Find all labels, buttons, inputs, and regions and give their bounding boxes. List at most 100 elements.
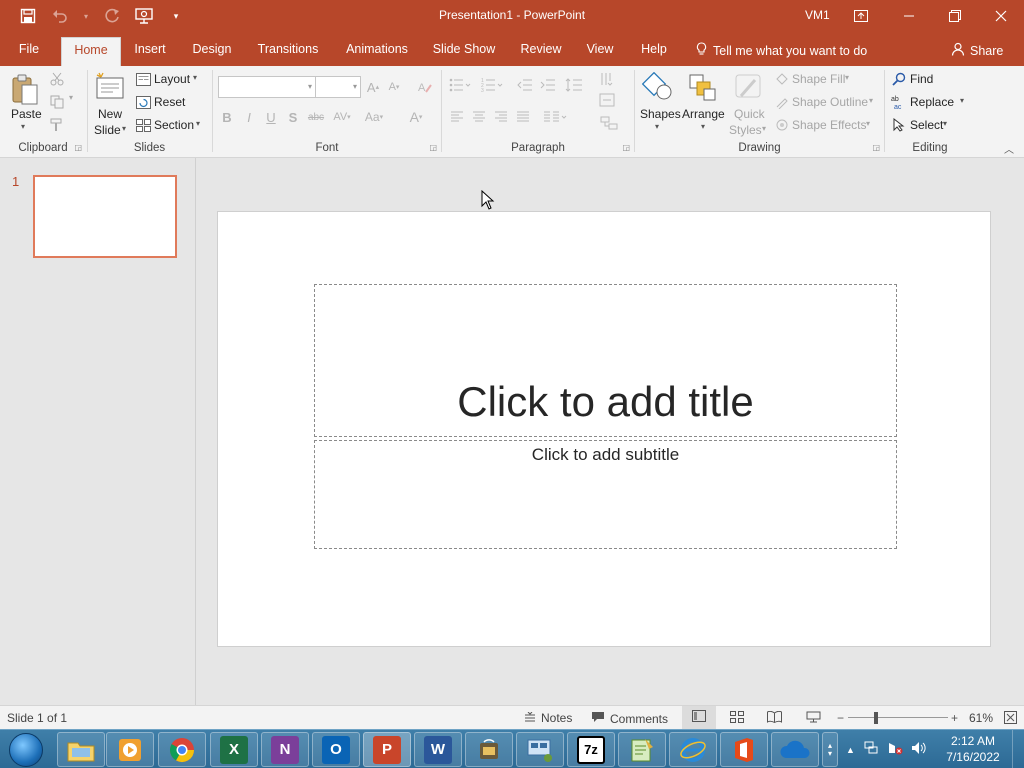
media-player-taskbar-icon[interactable] <box>106 732 154 767</box>
save-icon[interactable] <box>18 6 38 26</box>
start-button[interactable] <box>2 731 50 768</box>
arrange-icon[interactable] <box>685 71 719 103</box>
shapes-dropdown-icon[interactable]: ▾ <box>655 122 659 131</box>
zoom-slider-track[interactable] <box>848 717 948 718</box>
new-slide-label-2[interactable]: Slide <box>94 123 121 137</box>
reset-icon[interactable] <box>135 95 151 109</box>
clipboard-launcher-icon[interactable]: ◲ <box>74 143 82 152</box>
network-app-taskbar-icon[interactable] <box>465 732 513 767</box>
replace-dropdown-icon[interactable]: ▾ <box>960 96 964 105</box>
normal-view-button[interactable] <box>682 706 716 729</box>
tab-file[interactable]: File <box>10 37 48 66</box>
7zip-taskbar-icon[interactable]: 7z <box>567 732 615 767</box>
section-label[interactable]: Section <box>154 118 194 132</box>
layout-icon[interactable] <box>135 72 151 86</box>
paste-label[interactable]: Paste <box>11 107 42 121</box>
zoom-out-button[interactable]: − <box>837 711 844 725</box>
volume-icon[interactable] <box>911 741 927 758</box>
customize-qat-icon[interactable]: ▾ <box>166 6 186 26</box>
internet-explorer-taskbar-icon[interactable] <box>669 732 717 767</box>
show-hidden-icons-icon[interactable]: ▲ <box>846 745 855 755</box>
tab-transitions[interactable]: Transitions <box>252 37 324 66</box>
layout-dropdown-icon[interactable]: ▾ <box>193 73 197 82</box>
select-label[interactable]: Select <box>910 118 943 132</box>
font-name-combobox[interactable]: ▾ <box>218 76 316 98</box>
slide-thumbnail[interactable] <box>33 175 177 258</box>
zoom-in-button[interactable]: + <box>951 711 958 725</box>
arrange-label[interactable]: Arrange <box>682 107 725 121</box>
tab-view[interactable]: View <box>582 37 618 66</box>
office-taskbar-icon[interactable] <box>720 732 768 767</box>
find-label[interactable]: Find <box>910 72 933 86</box>
new-slide-icon[interactable] <box>94 71 126 101</box>
reset-label[interactable]: Reset <box>154 95 185 109</box>
replace-label[interactable]: Replace <box>910 95 954 109</box>
notepad-plus-taskbar-icon[interactable] <box>618 732 666 767</box>
tab-animations[interactable]: Animations <box>338 37 416 66</box>
network-icon[interactable] <box>863 741 879 758</box>
tab-review[interactable]: Review <box>514 37 568 66</box>
tab-slide-show[interactable]: Slide Show <box>429 37 499 66</box>
remote-desktop-taskbar-icon[interactable] <box>516 732 564 767</box>
shapes-label[interactable]: Shapes <box>640 107 681 121</box>
undo-icon[interactable] <box>50 6 70 26</box>
tab-home[interactable]: Home <box>61 37 121 66</box>
ribbon-display-options-icon[interactable] <box>838 0 884 32</box>
title-placeholder[interactable]: Click to add title <box>314 284 897 437</box>
tab-design[interactable]: Design <box>186 37 238 66</box>
powerpoint-taskbar-icon[interactable]: P <box>363 732 411 767</box>
fit-to-window-button[interactable] <box>1004 711 1017 727</box>
font-size-combobox[interactable]: ▾ <box>315 76 361 98</box>
outlook-taskbar-icon[interactable]: O <box>312 732 360 767</box>
reading-view-button[interactable] <box>767 710 782 726</box>
subtitle-placeholder[interactable]: Click to add subtitle <box>314 440 897 549</box>
new-slide-dropdown-icon[interactable]: ▾ <box>122 124 126 133</box>
slide-canvas[interactable]: Click to add title Click to add subtitle <box>217 211 991 647</box>
share-button[interactable]: Share <box>951 42 1003 59</box>
restore-icon[interactable] <box>932 0 978 32</box>
show-desktop-button[interactable] <box>1012 730 1024 768</box>
word-taskbar-icon[interactable]: W <box>414 732 462 767</box>
find-icon[interactable] <box>891 71 907 87</box>
tab-help[interactable]: Help <box>636 37 672 66</box>
taskbar-scroll-button[interactable]: ▴ ▾ <box>822 732 838 767</box>
windows-taskbar: X N O P W 7z ▴ ▾ ▲ 2:12 AM 7/16/2022 <box>0 729 1024 768</box>
section-dropdown-icon[interactable]: ▾ <box>196 119 200 128</box>
replace-icon[interactable]: ab ac <box>891 94 907 110</box>
chrome-taskbar-icon[interactable] <box>158 732 206 767</box>
tell-me-search[interactable]: Tell me what you want to do <box>696 42 867 59</box>
collapse-ribbon-icon[interactable]: ︿ <box>1002 142 1016 156</box>
paragraph-launcher-icon[interactable]: ◲ <box>622 143 630 152</box>
comments-button[interactable]: Comments <box>591 711 668 726</box>
paste-dropdown-icon[interactable]: ▾ <box>21 122 25 131</box>
notes-button[interactable]: Notes <box>524 711 572 725</box>
close-icon[interactable] <box>978 0 1024 32</box>
file-explorer-taskbar-icon[interactable] <box>57 732 105 767</box>
taskbar-clock[interactable]: 2:12 AM 7/16/2022 <box>942 733 1004 765</box>
zoom-slider-thumb[interactable] <box>874 712 878 724</box>
select-dropdown-icon[interactable]: ▾ <box>943 119 947 128</box>
action-center-icon[interactable] <box>887 741 903 758</box>
slide-show-button[interactable] <box>806 711 821 726</box>
paste-icon[interactable] <box>8 71 42 109</box>
tab-insert[interactable]: Insert <box>128 37 172 66</box>
present-from-beginning-icon[interactable] <box>134 6 154 26</box>
minimize-icon[interactable] <box>886 0 932 32</box>
section-icon[interactable] <box>135 118 151 132</box>
arrange-dropdown-icon[interactable]: ▾ <box>701 122 705 131</box>
redo-icon[interactable] <box>102 6 122 26</box>
font-group: ▾ ▾ A ▴ A ▾ A B I U S abc AV ▾ Aa ▾ A ▾ Font … <box>213 66 441 157</box>
new-slide-label-1[interactable]: New <box>98 107 122 121</box>
select-cursor-icon[interactable] <box>891 117 907 133</box>
excel-taskbar-icon[interactable]: X <box>210 732 258 767</box>
onedrive-taskbar-icon[interactable] <box>771 732 819 767</box>
drawing-launcher-icon[interactable]: ◲ <box>872 143 880 152</box>
font-launcher-icon[interactable]: ◲ <box>429 143 437 152</box>
zoom-level[interactable]: 61% <box>969 711 993 725</box>
onenote-taskbar-icon[interactable]: N <box>261 732 309 767</box>
slide-sorter-button[interactable] <box>730 711 744 726</box>
chevron-down-icon[interactable]: ▾ <box>82 6 90 26</box>
user-name[interactable]: VM1 <box>805 8 830 22</box>
layout-label[interactable]: Layout <box>154 72 190 86</box>
shapes-icon[interactable] <box>641 71 675 103</box>
